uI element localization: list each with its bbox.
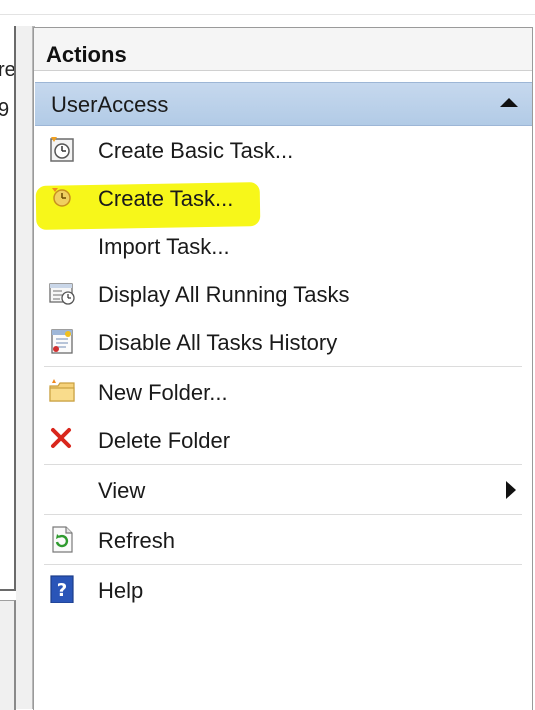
delete-icon xyxy=(48,425,76,453)
actions-pane: Actions UserAccess Create Basic Task... xyxy=(33,27,533,710)
group-header-useraccess[interactable]: UserAccess xyxy=(35,82,532,126)
group-label: UserAccess xyxy=(51,92,169,117)
top-divider xyxy=(0,14,535,15)
refresh-icon xyxy=(48,525,76,553)
separator xyxy=(44,366,522,367)
actions-header: Actions xyxy=(34,28,532,71)
separator xyxy=(44,514,522,515)
actions-title: Actions xyxy=(46,42,127,67)
left-bottom-pane xyxy=(0,600,16,710)
import-task-item[interactable]: Import Task... xyxy=(34,223,532,269)
help-label: Help xyxy=(98,578,144,603)
view-label: View xyxy=(98,478,146,503)
separator xyxy=(44,464,522,465)
import-task-label: Import Task... xyxy=(98,234,230,259)
display-running-tasks-label: Display All Running Tasks xyxy=(98,282,350,307)
display-running-tasks-item[interactable]: Display All Running Tasks xyxy=(34,271,532,317)
pane-splitter[interactable] xyxy=(16,26,32,709)
create-basic-task-label: Create Basic Task... xyxy=(98,138,294,163)
create-task-icon xyxy=(48,183,76,211)
new-folder-icon xyxy=(48,377,76,405)
create-task-item[interactable]: Create Task... xyxy=(34,175,532,221)
left-pane-text-fragment: re xyxy=(0,59,16,81)
delete-folder-item[interactable]: Delete Folder xyxy=(34,417,532,463)
create-task-label: Create Task... xyxy=(98,186,234,211)
create-basic-task-icon xyxy=(48,135,76,163)
delete-folder-label: Delete Folder xyxy=(98,428,231,453)
running-tasks-icon xyxy=(48,279,76,307)
help-icon: ? xyxy=(48,575,76,604)
svg-text:?: ? xyxy=(57,580,67,601)
separator xyxy=(44,564,522,565)
left-pane: re 9 xyxy=(0,26,16,591)
refresh-label: Refresh xyxy=(98,528,176,553)
submenu-arrow-icon xyxy=(506,481,516,499)
new-folder-item[interactable]: New Folder... xyxy=(34,369,532,415)
collapse-arrow-icon[interactable] xyxy=(500,98,518,107)
disable-tasks-history-label: Disable All Tasks History xyxy=(98,330,338,355)
left-pane-text-fragment: 9 xyxy=(0,100,9,120)
new-folder-label: New Folder... xyxy=(98,380,228,405)
refresh-item[interactable]: Refresh xyxy=(34,517,532,563)
help-item[interactable]: ? Help xyxy=(34,567,532,613)
view-menu-item[interactable]: View xyxy=(34,467,532,513)
top-strip xyxy=(0,0,535,14)
disable-tasks-history-item[interactable]: Disable All Tasks History xyxy=(34,319,532,365)
tasks-history-icon xyxy=(48,327,76,355)
create-basic-task-item[interactable]: Create Basic Task... xyxy=(34,127,532,173)
